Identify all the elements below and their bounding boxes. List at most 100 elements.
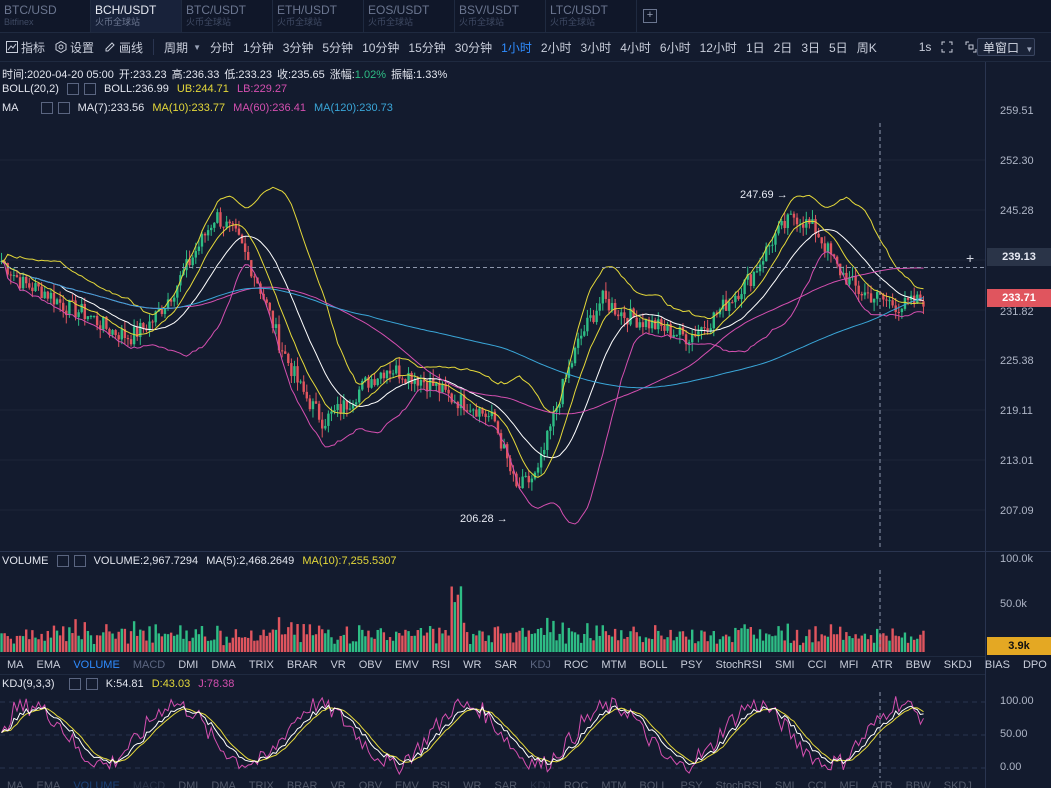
- indicator-tab-macd[interactable]: MACD: [126, 657, 171, 674]
- indicator-tab-rsi[interactable]: RSI: [425, 657, 456, 674]
- indicator-tab-volume[interactable]: VOLUME: [66, 657, 125, 674]
- candle-body: [398, 365, 401, 379]
- indicator-tab-cci[interactable]: CCI: [801, 657, 833, 674]
- volume-chart[interactable]: [0, 570, 985, 654]
- indicator-tab-dma[interactable]: DMA: [204, 657, 241, 674]
- indicator-tab-boll[interactable]: BOLL: [632, 657, 673, 674]
- market-tab-ltc-usdt[interactable]: LTC/USDT 火币全球站: [546, 0, 637, 32]
- indicator-tab-bbw[interactable]: BBW: [899, 657, 937, 674]
- period-option[interactable]: 周K: [857, 39, 877, 56]
- volume-bar: [487, 635, 490, 652]
- candle-body: [191, 257, 194, 266]
- close-square-icon[interactable]: [83, 83, 96, 96]
- volume-bar: [876, 628, 879, 652]
- indicator-button[interactable]: 指标: [6, 39, 45, 56]
- period-option[interactable]: 2小时: [541, 39, 572, 56]
- indicator-tab-vr[interactable]: VR: [323, 657, 351, 674]
- volume-bar: [324, 633, 327, 652]
- volume-bar: [641, 642, 645, 652]
- market-tab-bsv-usdt[interactable]: BSV/USDT 火币全球站: [455, 0, 546, 32]
- indicator-tab-skdj[interactable]: SKDJ: [937, 657, 978, 674]
- indicator-tab-smi[interactable]: SMI: [768, 657, 801, 674]
- window-select[interactable]: 单窗口 ▼: [977, 38, 1035, 56]
- settings-button[interactable]: 设置: [55, 39, 94, 56]
- volume-bar: [268, 632, 271, 652]
- seconds-toggle[interactable]: 1s: [919, 40, 932, 54]
- indicator-tab-emv[interactable]: EMV: [388, 657, 425, 674]
- period-option[interactable]: 6小时: [660, 39, 691, 56]
- settings-square-icon[interactable]: [56, 555, 69, 568]
- crosshair-plus-icon[interactable]: +: [966, 250, 974, 266]
- indicator-tab-dma: DMA: [211, 780, 236, 788]
- candle-body: [644, 319, 648, 328]
- kdj-chart[interactable]: [0, 692, 985, 778]
- volume-ma5: MA(5):2,468.2649: [206, 555, 295, 567]
- candle-body: [311, 401, 315, 410]
- add-tab-button[interactable]: +: [643, 9, 657, 23]
- period-option[interactable]: 4小时: [620, 39, 651, 56]
- volume-bar: [543, 634, 546, 652]
- period-option[interactable]: 分时: [210, 39, 234, 56]
- period-option[interactable]: 2日: [774, 39, 793, 56]
- period-option[interactable]: 3分钟: [283, 39, 314, 56]
- period-option[interactable]: 3日: [801, 39, 820, 56]
- indicator-tab-kdj[interactable]: KDJ: [523, 657, 557, 674]
- market-tab-btc-usdt[interactable]: BTC/USDT 火币全球站: [182, 0, 273, 32]
- volume-bar: [536, 628, 540, 652]
- indicator-tab-roc[interactable]: ROC: [557, 657, 594, 674]
- indicator-tab-mfi[interactable]: MFI: [833, 657, 865, 674]
- volume-bar: [330, 637, 333, 652]
- indicator-tab-wr[interactable]: WR: [456, 657, 487, 674]
- volume-bar: [425, 632, 429, 652]
- market-tab-btc-usd[interactable]: BTC/USD Bitfinex: [0, 0, 91, 32]
- indicator-tab-wr: WR: [463, 780, 482, 788]
- indicator-tab-ma[interactable]: MA: [0, 657, 30, 674]
- period-option[interactable]: 1分钟: [243, 39, 274, 56]
- period-option[interactable]: 5分钟: [322, 39, 353, 56]
- draw-button[interactable]: 画线: [104, 39, 143, 56]
- settings-square-icon[interactable]: [68, 678, 81, 691]
- candle-body: [527, 475, 530, 483]
- price-chart[interactable]: [0, 120, 985, 550]
- indicator-tab-atr[interactable]: ATR: [864, 657, 898, 674]
- market-tab-bch-usdt[interactable]: BCH/USDT 火币全球站: [91, 0, 182, 32]
- period-option[interactable]: 30分钟: [455, 39, 492, 56]
- period-option[interactable]: 3小时: [581, 39, 612, 56]
- indicator-tab-mtm[interactable]: MTM: [594, 657, 632, 674]
- volume-bar: [835, 634, 839, 652]
- indicator-tab-bias[interactable]: BIAS: [978, 657, 1016, 674]
- fullscreen-icon[interactable]: [941, 41, 956, 53]
- period-option[interactable]: 15分钟: [408, 39, 445, 56]
- indicator-tab-obv[interactable]: OBV: [352, 657, 388, 674]
- close-square-icon[interactable]: [85, 678, 98, 691]
- candle-body: [336, 404, 339, 411]
- market-tab-eos-usdt[interactable]: EOS/USDT 火币全球站: [364, 0, 455, 32]
- candle-body: [728, 302, 731, 311]
- volume-bar: [589, 638, 592, 652]
- indicator-tab-psy[interactable]: PSY: [674, 657, 709, 674]
- candle-body: [132, 326, 136, 345]
- period-option[interactable]: 10分钟: [362, 39, 399, 56]
- indicator-tab-dmi[interactable]: DMI: [171, 657, 204, 674]
- candle-body: [586, 317, 589, 332]
- settings-square-icon[interactable]: [40, 102, 53, 115]
- settings-square-icon[interactable]: [66, 83, 79, 96]
- indicator-tab-stochrsi[interactable]: StochRSI: [709, 657, 768, 674]
- period-option[interactable]: 1日: [746, 39, 765, 56]
- market-tab-exchange: 火币全球站: [277, 17, 323, 27]
- period-option[interactable]: 5日: [829, 39, 848, 56]
- close-square-icon[interactable]: [57, 102, 70, 115]
- period-option[interactable]: 1小时: [501, 39, 532, 56]
- indicator-tab-dpo[interactable]: DPO: [1016, 657, 1051, 674]
- candle-body: [823, 243, 826, 252]
- period-option[interactable]: 12小时: [700, 39, 737, 56]
- volume-bar: [441, 633, 444, 652]
- indicator-tab-trix[interactable]: TRIX: [242, 657, 280, 674]
- indicator-tab-brar[interactable]: BRAR: [280, 657, 324, 674]
- indicator-tab-ema[interactable]: EMA: [30, 657, 67, 674]
- close-square-icon[interactable]: [73, 555, 86, 568]
- candle-body: [77, 312, 80, 318]
- indicator-tab-sar[interactable]: SAR: [487, 657, 523, 674]
- period-dropdown[interactable]: 周期 ▼: [164, 39, 201, 56]
- market-tab-eth-usdt[interactable]: ETH/USDT 火币全球站: [273, 0, 364, 32]
